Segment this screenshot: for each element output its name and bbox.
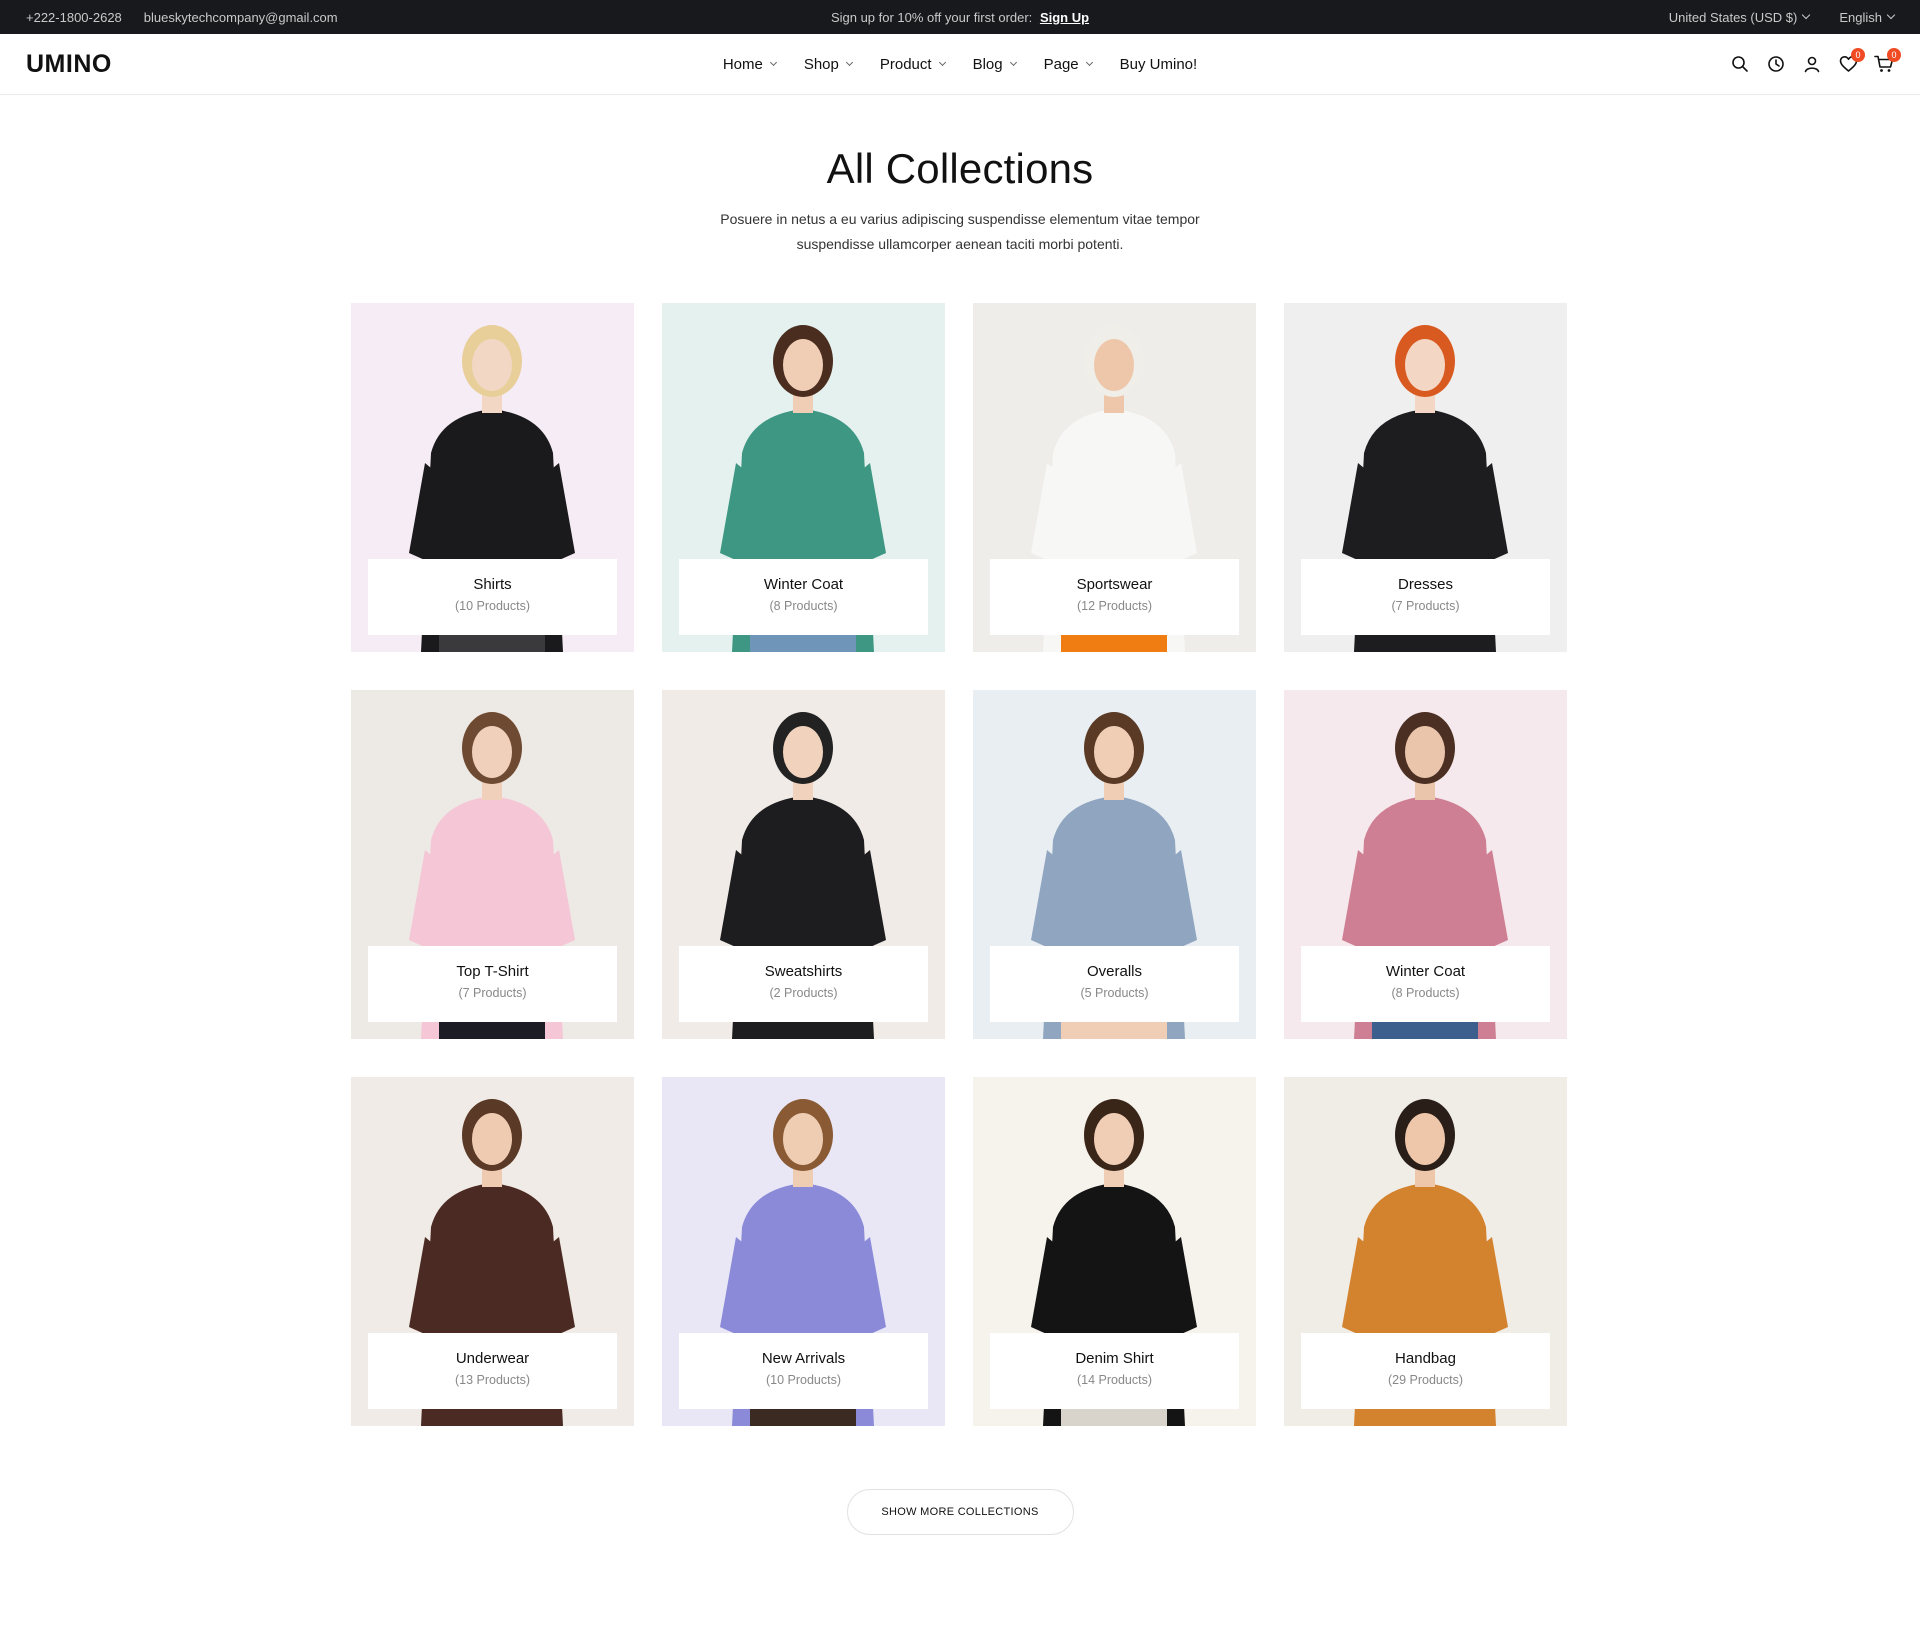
collection-name: New Arrivals	[761, 1350, 846, 1367]
collection-count: (12 Products)	[1076, 599, 1153, 613]
collection-count: (8 Products)	[1391, 986, 1460, 1000]
clock-icon[interactable]	[1766, 54, 1786, 74]
chevron-down-icon	[1802, 10, 1811, 20]
collection-count: (7 Products)	[1391, 599, 1460, 613]
chevron-down-icon	[938, 58, 946, 66]
collection-card[interactable]: Shirts (10 Products)	[351, 303, 634, 652]
collection-card[interactable]: New Arrivals (10 Products)	[662, 1077, 945, 1426]
show-more-wrapper: SHOW MORE COLLECTIONS	[0, 1489, 1920, 1535]
nav-label: Page	[1043, 55, 1079, 73]
language-selector[interactable]: English	[1839, 9, 1896, 25]
nav-label: Home	[722, 55, 763, 73]
collection-label: New Arrivals (10 Products)	[679, 1333, 928, 1409]
nav-item-shop[interactable]: Shop	[803, 55, 853, 73]
collection-label: Shirts (10 Products)	[368, 559, 617, 635]
promo-text: Sign up for 10% off your first order:	[830, 9, 1033, 25]
collection-label: Denim Shirt (14 Products)	[990, 1333, 1239, 1409]
cart-count-badge: 0	[1887, 48, 1901, 62]
chevron-down-icon	[1085, 58, 1093, 66]
collection-card[interactable]: Top T-Shirt (7 Products)	[351, 690, 634, 1039]
collection-label: Underwear (13 Products)	[368, 1333, 617, 1409]
top-bar: +222-1800-2628 blueskytechcompany@gmail.…	[0, 0, 1920, 34]
phone-number[interactable]: +222-1800-2628	[26, 10, 122, 25]
header-icons: 0 0	[1730, 48, 1901, 74]
collection-card[interactable]: Overalls (5 Products)	[973, 690, 1256, 1039]
collection-name: Denim Shirt	[1075, 1350, 1154, 1367]
user-icon[interactable]	[1802, 54, 1822, 74]
collection-count: (10 Products)	[765, 1373, 842, 1387]
signup-link[interactable]: Sign Up	[1040, 10, 1089, 25]
collection-card[interactable]: Winter Coat (8 Products)	[662, 303, 945, 652]
chevron-down-icon	[845, 58, 853, 66]
nav-label: Shop	[803, 55, 839, 73]
collection-label: Sportswear (12 Products)	[990, 559, 1239, 635]
nav-item-page[interactable]: Page	[1043, 55, 1093, 73]
collection-count: (13 Products)	[454, 1373, 531, 1387]
collection-card[interactable]: Sweatshirts (2 Products)	[662, 690, 945, 1039]
heart-icon[interactable]: 0	[1838, 48, 1865, 74]
collection-name: Shirts	[473, 576, 512, 593]
collections-grid: Shirts (10 Products) Winter Coat (8 Product…	[351, 303, 1569, 1426]
nav-item-home[interactable]: Home	[722, 55, 777, 73]
collection-label: Winter Coat (8 Products)	[679, 559, 928, 635]
collection-count: (2 Products)	[769, 986, 838, 1000]
email-address[interactable]: blueskytechcompany@gmail.com	[144, 10, 338, 25]
main-nav: Home Shop Product Blog Page Buy Umino!	[0, 56, 1920, 73]
language-label: English	[1839, 9, 1882, 25]
collection-label: Top T-Shirt (7 Products)	[368, 946, 617, 1022]
cart-icon[interactable]: 0	[1874, 48, 1901, 74]
collection-name: Top T-Shirt	[456, 963, 529, 980]
collection-label: Winter Coat (8 Products)	[1301, 946, 1550, 1022]
collection-card[interactable]: Sportswear (12 Products)	[973, 303, 1256, 652]
wishlist-count-badge: 0	[1851, 48, 1865, 62]
nav-label: Blog	[972, 55, 1003, 73]
collection-card[interactable]: Underwear (13 Products)	[351, 1077, 634, 1426]
page-title: All Collections	[826, 145, 1094, 192]
show-more-collections-button[interactable]: SHOW MORE COLLECTIONS	[846, 1489, 1074, 1535]
nav-label: Buy Umino!	[1119, 55, 1198, 73]
collection-card[interactable]: Denim Shirt (14 Products)	[973, 1077, 1256, 1426]
collection-label: Handbag (29 Products)	[1301, 1333, 1550, 1409]
nav-item-product[interactable]: Product	[879, 55, 946, 73]
currency-selector[interactable]: United States (USD $)	[1668, 9, 1811, 25]
collection-count: (5 Products)	[1080, 986, 1149, 1000]
collection-count: (8 Products)	[769, 599, 838, 613]
search-icon[interactable]	[1730, 54, 1750, 74]
collection-count: (14 Products)	[1076, 1373, 1153, 1387]
collection-name: Underwear	[455, 1350, 530, 1367]
collection-name: Sportswear	[1076, 576, 1153, 593]
site-logo[interactable]: UMINO	[26, 50, 112, 79]
collection-name: Sweatshirts	[764, 963, 843, 980]
collection-label: Sweatshirts (2 Products)	[679, 946, 928, 1022]
collection-name: Winter Coat	[1385, 963, 1466, 980]
nav-item-blog[interactable]: Blog	[972, 55, 1017, 73]
chevron-down-icon	[769, 58, 777, 66]
collection-card[interactable]: Dresses (7 Products)	[1284, 303, 1567, 652]
collection-count: (7 Products)	[458, 986, 527, 1000]
collection-card[interactable]: Winter Coat (8 Products)	[1284, 690, 1567, 1039]
collection-card[interactable]: Handbag (29 Products)	[1284, 1077, 1567, 1426]
collection-label: Overalls (5 Products)	[990, 946, 1239, 1022]
collection-name: Winter Coat	[763, 576, 844, 593]
currency-label: United States (USD $)	[1668, 9, 1798, 25]
collection-name: Dresses	[1397, 576, 1453, 593]
nav-item-buy[interactable]: Buy Umino!	[1120, 56, 1198, 73]
collection-count: (10 Products)	[454, 599, 531, 613]
chevron-down-icon	[1886, 10, 1896, 20]
chevron-down-icon	[1009, 58, 1017, 66]
nav-label: Product	[879, 55, 932, 73]
collection-count: (29 Products)	[1387, 1373, 1464, 1387]
page-hero: All Collections Posuere in netus a eu va…	[0, 95, 1920, 257]
collection-name: Handbag	[1395, 1350, 1456, 1367]
page-subtitle: Posuere in netus a eu varius adipiscing …	[720, 211, 1200, 252]
main-header: UMINO Home Shop Product Blog Page Buy Um…	[0, 34, 1920, 95]
collection-name: Overalls	[1086, 963, 1142, 980]
collection-label: Dresses (7 Products)	[1301, 559, 1550, 635]
